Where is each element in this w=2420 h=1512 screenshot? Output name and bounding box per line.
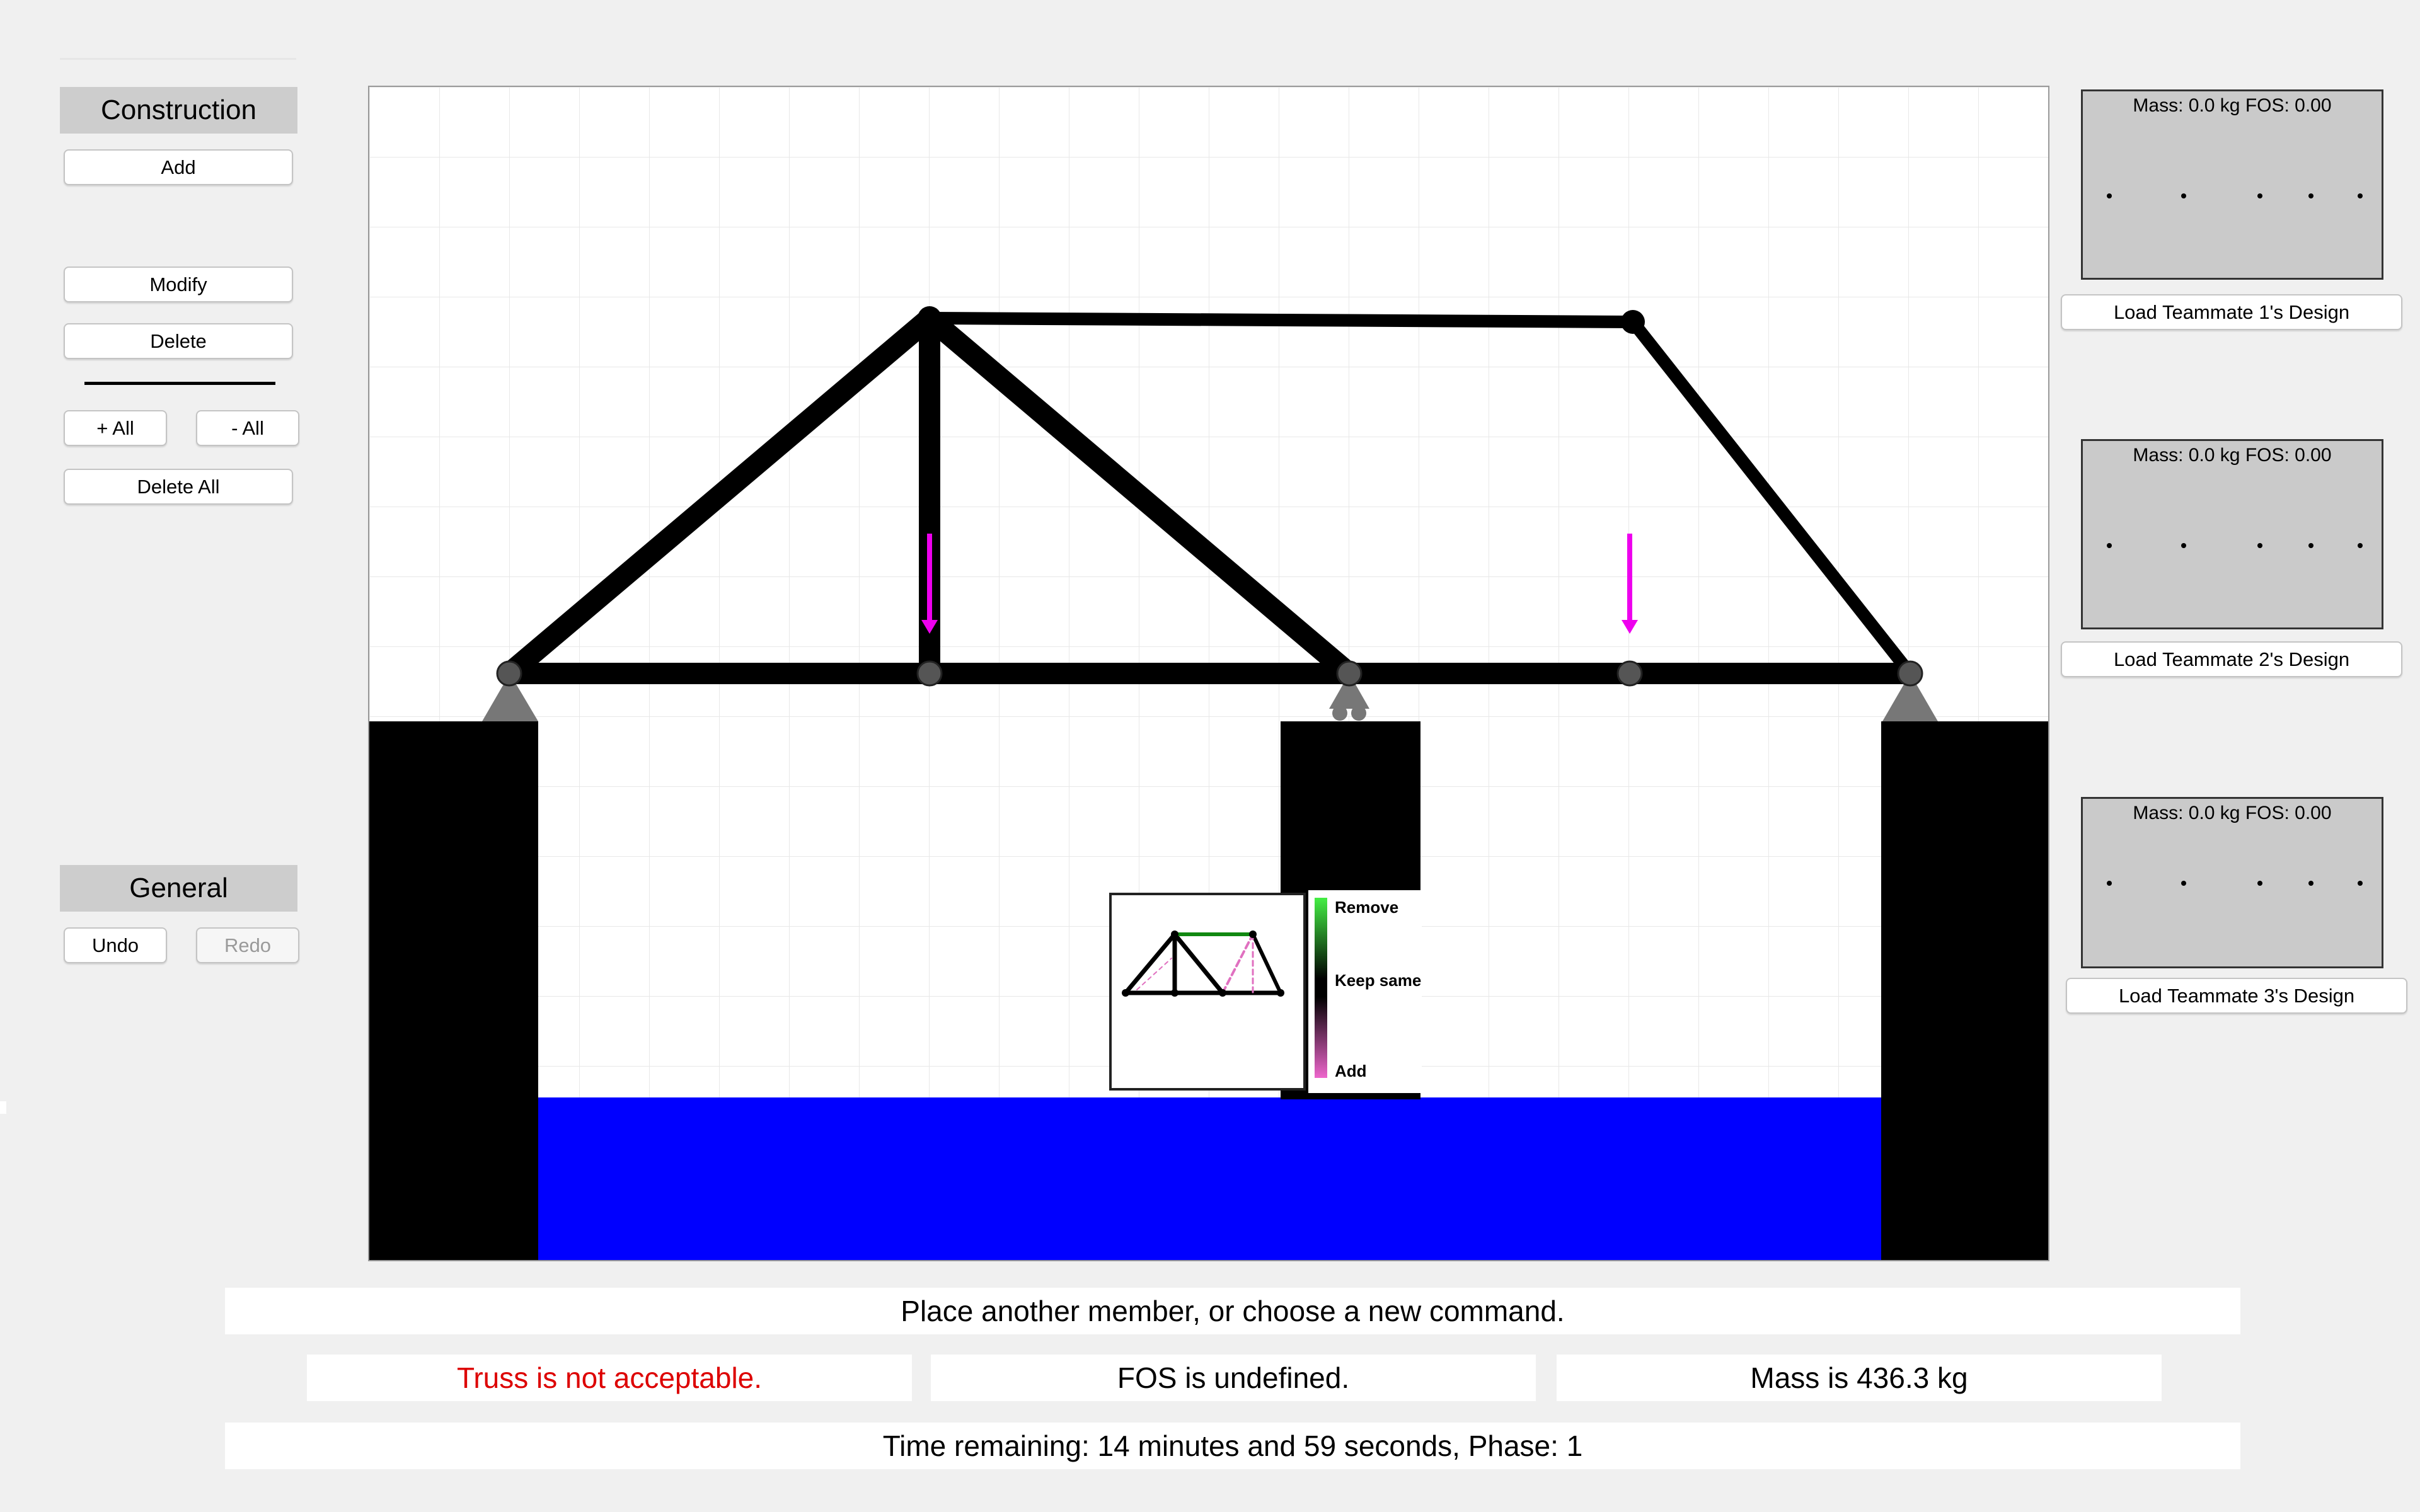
member-top-chord — [923, 312, 1639, 328]
teammate-3-stats: Mass: 0.0 kg FOS: 0.00 — [2133, 803, 2332, 823]
teammate-3-preview: Mass: 0.0 kg FOS: 0.00 — [2081, 797, 2383, 968]
delete-all-button[interactable]: Delete All — [64, 469, 293, 505]
teammate-1-joint — [2107, 193, 2112, 198]
joint-load-2 — [1616, 660, 1643, 687]
joint-center-support — [1336, 660, 1363, 687]
instruction-message: Place another member, or choose a new co… — [225, 1288, 2240, 1334]
minus-all-button[interactable]: - All — [196, 410, 299, 446]
delete-button[interactable]: Delete — [64, 323, 293, 359]
teammate-2-joint — [2308, 543, 2313, 548]
right-abutment — [1881, 721, 2048, 1260]
modify-button[interactable]: Modify — [64, 266, 293, 302]
mass-status: Mass is 436.3 kg — [1557, 1354, 2162, 1401]
joint-top-right — [1621, 310, 1645, 334]
left-edge-tick — [0, 1101, 6, 1114]
teammate-3-joint — [2181, 881, 2186, 886]
member-thickness-line — [84, 382, 275, 385]
plus-all-button[interactable]: + All — [64, 410, 167, 446]
undo-button[interactable]: Undo — [64, 927, 167, 963]
joint-load-1 — [916, 660, 943, 687]
acceptability-status: Truss is not acceptable. — [307, 1354, 912, 1401]
load-teammate-1-button[interactable]: Load Teammate 1's Design — [2061, 294, 2402, 330]
teammate-2-joint — [2257, 543, 2262, 548]
fos-status: FOS is undefined. — [931, 1354, 1536, 1401]
legend-color-bar — [1315, 898, 1327, 1078]
add-button[interactable]: Add — [64, 149, 293, 185]
teammate-2-joint — [2358, 543, 2363, 548]
teammate-3-joint — [2107, 881, 2112, 886]
teammate-3-joint — [2358, 881, 2363, 886]
teammate-3-joint — [2257, 881, 2262, 886]
center-roller-left — [1332, 706, 1347, 721]
teammate-2-joint — [2181, 543, 2186, 548]
load-teammate-2-button[interactable]: Load Teammate 2's Design — [2061, 641, 2402, 677]
water — [537, 1097, 1882, 1260]
teammate-2-preview: Mass: 0.0 kg FOS: 0.00 — [2081, 439, 2383, 629]
construction-section-title: Construction — [60, 87, 297, 134]
teammate-3-joint — [2308, 881, 2313, 886]
teammate-2-joint — [2107, 543, 2112, 548]
timer-status: Time remaining: 14 minutes and 59 second… — [225, 1423, 2240, 1469]
general-section-title: General — [60, 865, 297, 912]
suggestion-thumbnail[interactable] — [1109, 893, 1306, 1091]
construction-canvas[interactable]: Remove Keep same Add — [368, 86, 2049, 1261]
center-roller-right — [1351, 706, 1366, 721]
teammate-1-joint — [2181, 193, 2186, 198]
legend-keep-same-label: Keep same — [1335, 971, 1422, 990]
redo-button: Redo — [196, 927, 299, 963]
teammate-1-joint — [2358, 193, 2363, 198]
load-teammate-3-button[interactable]: Load Teammate 3's Design — [2066, 978, 2407, 1014]
sidebar-top-divider — [60, 58, 296, 60]
joint-right-support — [1897, 660, 1923, 687]
suggestion-legend: Remove Keep same Add — [1308, 890, 1422, 1093]
joint-left-support — [496, 660, 522, 687]
teammate-1-stats: Mass: 0.0 kg FOS: 0.00 — [2133, 95, 2332, 116]
teammate-1-joint — [2257, 193, 2262, 198]
legend-add-label: Add — [1335, 1062, 1367, 1080]
left-abutment — [369, 721, 538, 1260]
joint-top-left — [918, 306, 942, 330]
suggestion-truss-icon — [1122, 931, 1284, 997]
teammate-2-stats: Mass: 0.0 kg FOS: 0.00 — [2133, 445, 2332, 466]
teammate-1-joint — [2308, 193, 2313, 198]
teammate-1-preview: Mass: 0.0 kg FOS: 0.00 — [2081, 89, 2383, 280]
legend-remove-label: Remove — [1335, 898, 1399, 917]
